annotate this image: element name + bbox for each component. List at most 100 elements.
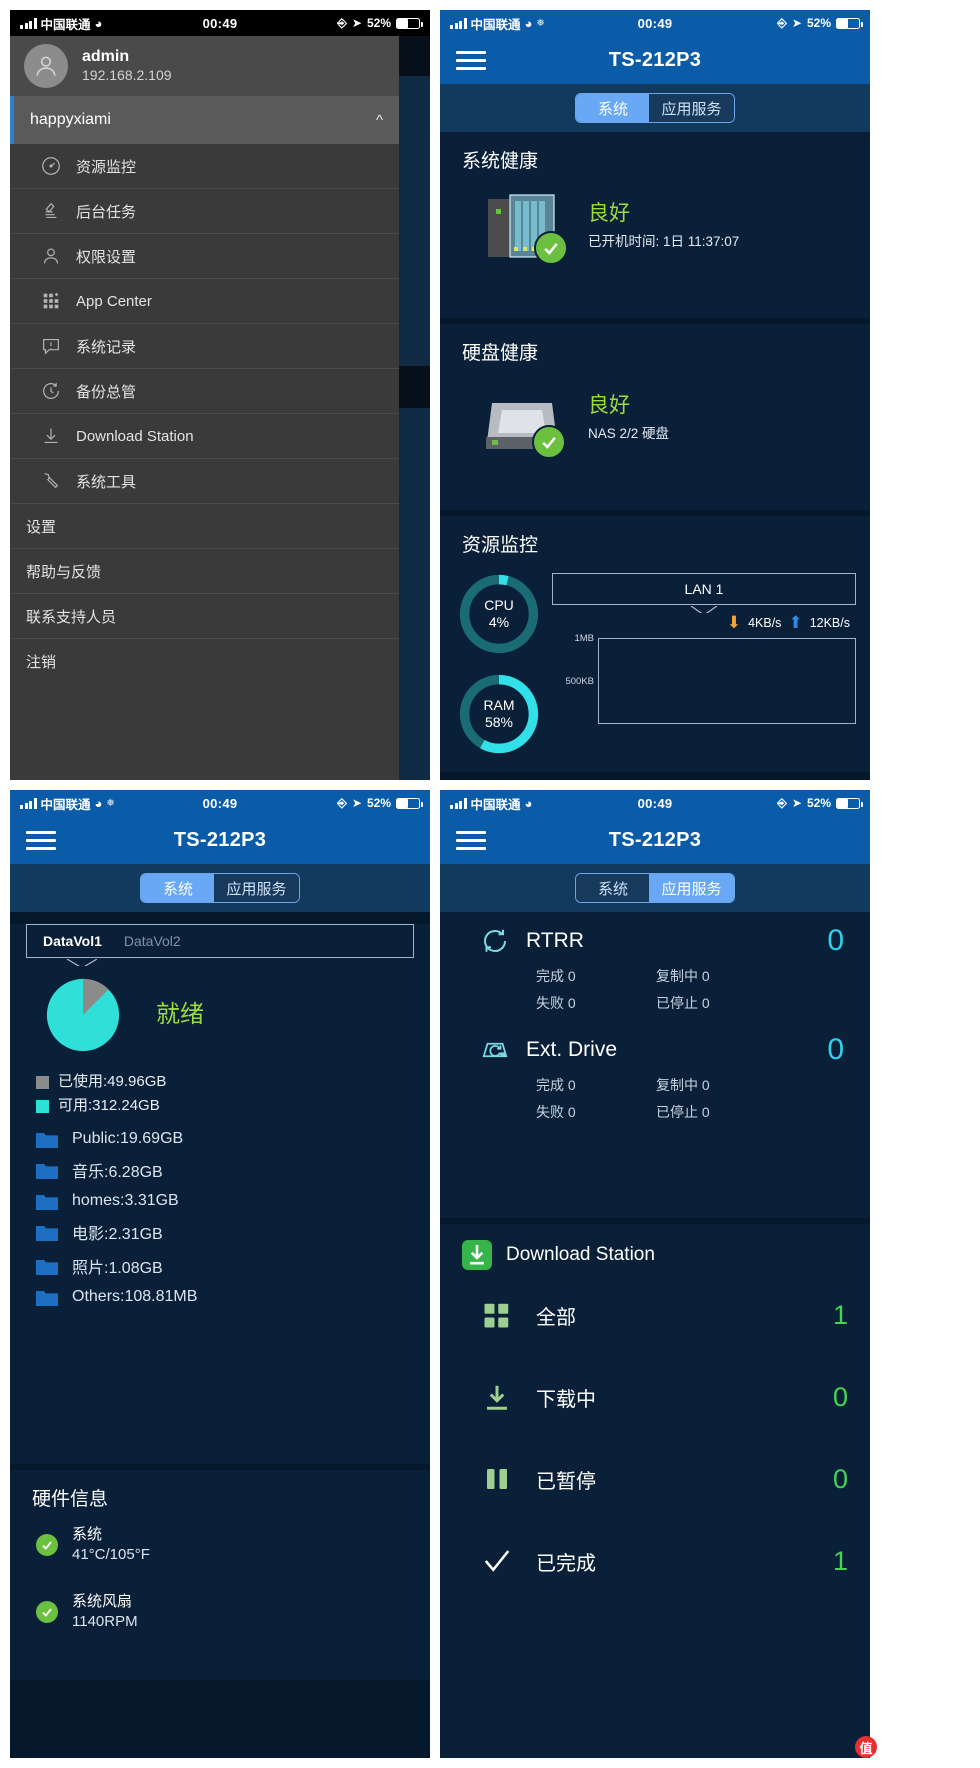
card-disk-health[interactable]: 硬盘健康 良好 NAS 2/2 硬盘 [440,324,870,510]
sidebar-item-contact-support[interactable]: 联系支持人员 [10,594,399,639]
sidebar-container: admin 192.168.2.109 happyxiami ^ 资源监控 后台… [10,36,430,780]
segmented-control-container: 系统 应用服务 [440,84,870,132]
group-title: happyxiami [30,111,111,128]
download-row-all[interactable]: 全部 1 [440,1274,870,1356]
tab-app-services[interactable]: 应用服务 [214,874,299,902]
sidebar-item-app-center[interactable]: App Center [10,279,399,324]
sidebar-item-system-tools[interactable]: 系统工具 [10,459,399,504]
wifi-icon: ◕ [94,795,103,811]
segmented-control[interactable]: 系统 应用服务 [575,93,735,123]
list-item[interactable]: Others:108.81MB [36,1288,430,1306]
tab-system[interactable]: 系统 [141,874,215,902]
service-rtrr[interactable]: RTRR 0 完成 0 失败 0 复制中 0 已停止 0 [440,912,870,1029]
list-item[interactable]: 音乐:6.28GB [36,1158,430,1182]
disk-health-status: 良好 NAS 2/2 硬盘 [440,371,870,475]
sidebar-item-background-tasks[interactable]: 后台任务 [10,189,399,234]
ram-label: RAM [483,697,515,714]
hamburger-menu-icon[interactable] [456,50,486,70]
list-item[interactable]: homes:3.31GB [36,1192,430,1210]
check-circle-icon [36,1534,58,1557]
tasks-icon [45,202,57,219]
volume-legend: 已使用:49.96GB 可用:312.24GB [10,1064,430,1122]
rotation-lock-icon: ⎆ [337,15,347,30]
sidebar-item-privilege-settings[interactable]: 权限设置 [10,234,399,279]
check-circle-icon [534,231,568,265]
cpu-gauge-label: CPU 4% [456,571,542,657]
status-bar-left: 中国联通 ◕ [450,794,532,813]
sidebar-item-backup-manager[interactable]: 备份总管 [10,369,399,414]
volume-tab-datavol1[interactable]: DataVol1 [43,933,102,949]
chevron-up-icon[interactable]: ^ [376,113,383,128]
volume-tab-datavol2[interactable]: DataVol2 [124,933,181,949]
sidebar-item-help-feedback[interactable]: 帮助与反馈 [10,549,399,594]
hamburger-menu-icon[interactable] [26,830,56,850]
segmented-control-container: 系统 应用服务 [440,864,870,912]
card-volume[interactable]: DataVol1 DataVol2 就绪 已使用:49.96GB 可用:312.… [10,924,430,1464]
disk-health-text: 良好 NAS 2/2 硬盘 [588,394,669,442]
tab-system[interactable]: 系统 [576,94,650,122]
list-item[interactable]: 电影:2.31GB [36,1220,430,1244]
card-download-station[interactable]: Download Station 全部 1 下载中 0 已暂停 0 已完成 1 [440,1224,870,1758]
folder-icon [36,1163,58,1179]
status-bar-left: 中国联通 ◕ ❅ [450,14,545,33]
status-bar: 中国联通 ◕ ❅ 00:49 ⎆ ➤ 52% [10,790,430,816]
wifi-icon: ◕ [524,795,533,811]
sidebar-item-resource-monitor[interactable]: 资源监控 [10,144,399,189]
folder-label: 照片:1.08GB [72,1260,163,1277]
service-ext-drive[interactable]: Ext. Drive 0 完成 0 失败 0 复制中 0 已停止 0 [440,1029,870,1138]
card-backup-services[interactable]: RTRR 0 完成 0 失败 0 复制中 0 已停止 0 Ext. Drive … [440,912,870,1218]
cpu-label: CPU [484,597,514,614]
stat-copying: 复制中 0 [656,1077,710,1093]
gauges-group: CPU 4% RAM 58% [456,567,542,757]
segmented-control[interactable]: 系统 应用服务 [140,873,300,903]
sidebar-group-happyxiami[interactable]: happyxiami ^ [10,96,399,144]
service-stats-col-right: 复制中 0 已停止 0 [656,1075,776,1122]
tab-system[interactable]: 系统 [576,874,650,902]
tab-app-services[interactable]: 应用服务 [649,874,734,902]
card-hardware-info[interactable]: 硬件信息 系统 41°C/105°F 系统风扇 1140RPM [10,1470,430,1680]
sidebar-item-system-logs[interactable]: 系统记录 [10,324,399,369]
status-bar: 中国联通 ◕ 00:49 ⎆ ➤ 52% [10,10,430,36]
stat-completed: 完成 0 [536,1077,576,1093]
download-row-label: 全部 [536,1306,576,1329]
user-ip: 192.168.2.109 [82,67,172,84]
sidebar-item-label: 权限设置 [76,248,137,266]
card-resource-monitor[interactable]: 资源监控 CPU 4% RAM 58% LAN 1 ⬇ 4KB/s ⬆ 12KB… [440,516,870,772]
lan-selector[interactable]: LAN 1 [552,573,856,613]
folder-label: 电影:2.31GB [72,1226,163,1243]
legend-free: 可用:312.24GB [36,1094,430,1118]
folder-label: Public:19.69GB [72,1130,184,1147]
wifi-icon: ◕ [524,15,533,31]
service-name: Ext. Drive [526,1038,618,1061]
segmented-control[interactable]: 系统 应用服务 [575,873,735,903]
volume-summary: 就绪 [10,958,430,1064]
disk-health-value: 良好 [588,393,630,417]
status-bar-right: ⎆ ➤ 52% [777,16,863,31]
grid-apps-icon [43,292,59,309]
sidebar-item-label: 备份总管 [76,383,137,401]
list-item[interactable]: Public:19.69GB [36,1130,430,1148]
volume-tabs[interactable]: DataVol1 DataVol2 [26,924,414,966]
hamburger-menu-icon[interactable] [456,830,486,850]
folder-icon [36,1259,58,1275]
card-system-health[interactable]: 系统健康 良好 已开机时间: 1日 11:37:07 [440,132,870,318]
sidebar-item-download-station[interactable]: Download Station [10,414,399,459]
sidebar-item-settings[interactable]: 设置 [10,504,399,549]
user-header[interactable]: admin 192.168.2.109 [10,36,399,96]
user-name: admin [82,48,130,66]
stat-copying: 复制中 0 [656,968,710,984]
tab-app-services[interactable]: 应用服务 [649,94,734,122]
download-speed: 4KB/s [748,615,782,630]
download-row-paused[interactable]: 已暂停 0 [440,1438,870,1520]
download-row-completed[interactable]: 已完成 1 [440,1520,870,1602]
system-health-value: 良好 [588,201,630,225]
upload-speed: 12KB/s [809,615,850,630]
list-item[interactable]: 照片:1.08GB [36,1254,430,1278]
download-arrow-icon [487,1385,507,1410]
drawer-scrim[interactable] [399,36,430,780]
download-row-downloading[interactable]: 下载中 0 [440,1356,870,1438]
sidebar-item-logout[interactable]: 注销 [10,639,399,684]
disk-detail: NAS 2/2 硬盘 [588,426,670,442]
watermark-text: 什么值得买 [883,1739,964,1757]
resource-monitor-body: CPU 4% RAM 58% LAN 1 ⬇ 4KB/s ⬆ 12KB/s 1M… [440,563,870,773]
